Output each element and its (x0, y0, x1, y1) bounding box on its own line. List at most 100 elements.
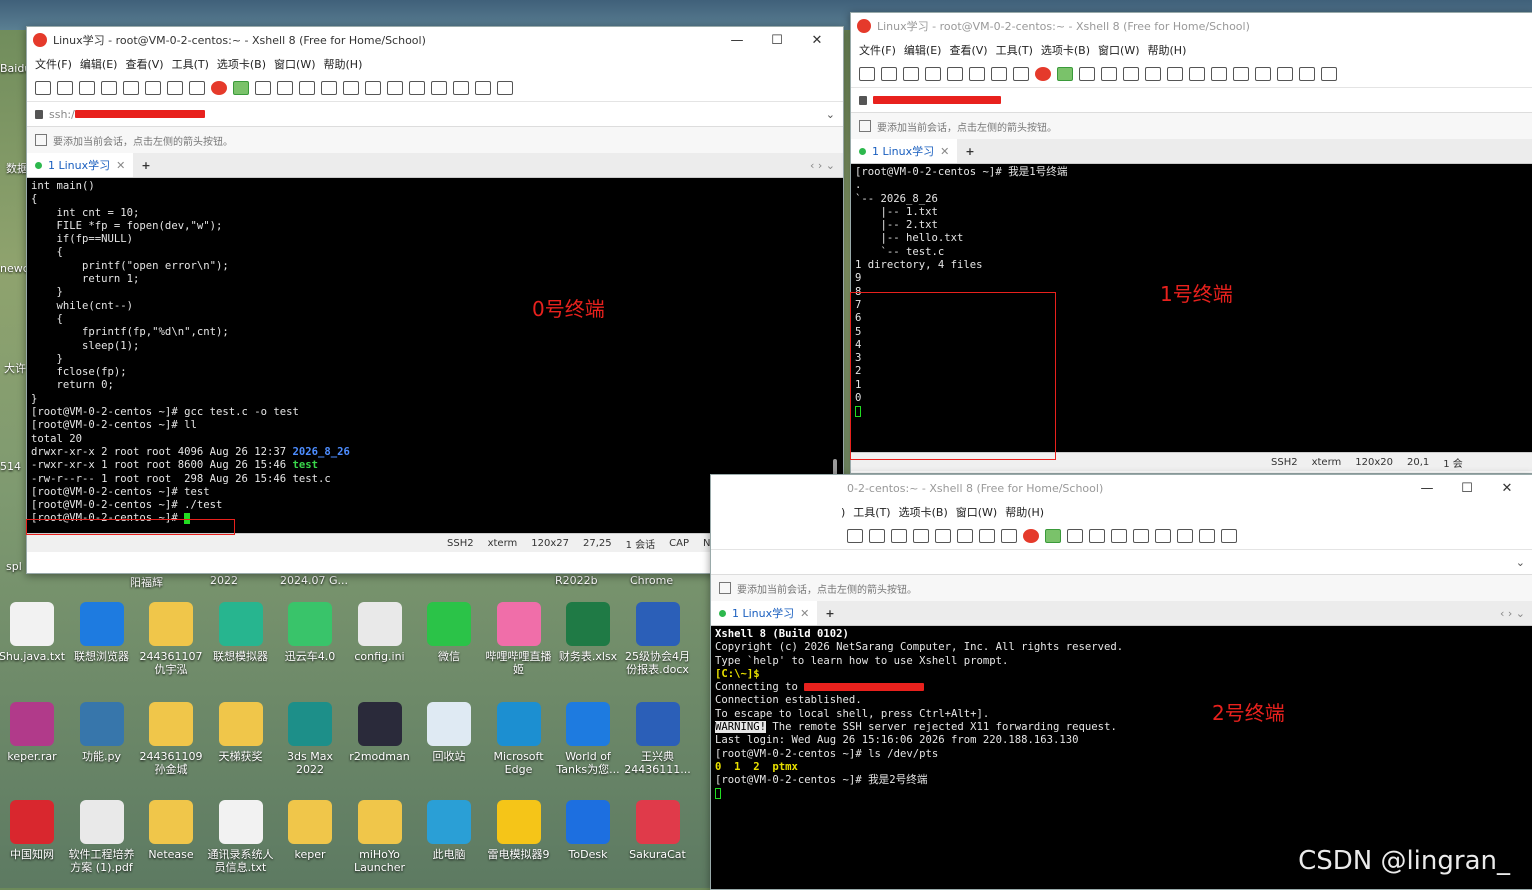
menu-item[interactable]: 窗口(W) (274, 56, 315, 72)
toolbar-button-icon[interactable] (1145, 67, 1161, 81)
close-tab-icon[interactable]: ✕ (800, 607, 809, 620)
menu-item[interactable]: 编辑(E) (80, 56, 118, 72)
toolbar-button-icon[interactable] (1299, 67, 1315, 81)
toolbar-button-icon[interactable] (277, 81, 293, 95)
toolbar-button-icon[interactable] (321, 81, 337, 95)
toolbar-button-icon[interactable] (167, 81, 183, 95)
toolbar-button-icon[interactable] (935, 529, 951, 543)
desktop-icon[interactable]: 哔哩哔哩直播姬 (484, 602, 554, 676)
desktop-icon[interactable]: 微信 (414, 602, 484, 663)
desktop-icon[interactable]: 回收站 (414, 702, 484, 763)
desktop-icon[interactable]: r2modman (345, 702, 415, 763)
toolbar-button-icon[interactable] (211, 81, 227, 95)
toolbar-button-icon[interactable] (431, 81, 447, 95)
menu-item[interactable]: 帮助(H) (324, 56, 363, 72)
toolbar-button-icon[interactable] (891, 529, 907, 543)
desktop-icon[interactable]: Microsoft Edge (484, 702, 554, 776)
toolbar-button-icon[interactable] (409, 81, 425, 95)
toolbar-button-icon[interactable] (913, 529, 929, 543)
title-bar[interactable]: 0-2-centos:~ - Xshell 8 (Free for Home/S… (711, 475, 1532, 501)
toolbar-button-icon[interactable] (1111, 529, 1127, 543)
desktop-icon[interactable]: miHoYo Launcher (345, 800, 415, 874)
toolbar-button-icon[interactable] (255, 81, 271, 95)
toolbar-button-icon[interactable] (1211, 67, 1227, 81)
toolbar-button-icon[interactable] (869, 529, 885, 543)
menu-item[interactable]: 工具(T) (996, 42, 1033, 58)
close-tab-icon[interactable]: ✕ (940, 145, 949, 158)
menu-item[interactable]: 工具(T) (172, 56, 209, 72)
menu-item[interactable]: 编辑(E) (904, 42, 942, 58)
toolbar-button-icon[interactable] (1089, 529, 1105, 543)
desktop-icon[interactable]: 244361107 仇宇泓 (136, 602, 206, 676)
desktop-icon[interactable]: 此电脑 (414, 800, 484, 861)
toolbar-button-icon[interactable] (123, 81, 139, 95)
toolbar-button-icon[interactable] (1133, 529, 1149, 543)
menu-item[interactable]: 选项卡(B) (899, 504, 948, 520)
desktop-icon[interactable]: 3ds Max 2022 (275, 702, 345, 776)
desktop-icon[interactable]: 功能.py (67, 702, 137, 763)
desktop-icon[interactable]: 244361109 孙金城 (136, 702, 206, 776)
maximize-button[interactable]: ☐ (757, 33, 797, 48)
menu-item[interactable]: 查看(V) (949, 42, 987, 58)
tab-linux[interactable]: 1 Linux学习 ✕ (711, 601, 818, 625)
toolbar-button-icon[interactable] (79, 81, 95, 95)
add-tab-button[interactable]: + (817, 607, 842, 620)
desktop-icon[interactable]: 25级协会4月份报表.docx (623, 602, 693, 676)
toolbar-button-icon[interactable] (957, 529, 973, 543)
toolbar-button-icon[interactable] (497, 81, 513, 95)
toolbar-button-icon[interactable] (1221, 529, 1237, 543)
desktop-icon[interactable]: 中国知网 (0, 800, 67, 861)
chevron-down-icon[interactable]: ⌄ (826, 108, 843, 121)
maximize-button[interactable]: ☐ (1447, 481, 1487, 496)
toolbar-button-icon[interactable] (925, 67, 941, 81)
toolbar-button-icon[interactable] (1035, 67, 1051, 81)
desktop-icon[interactable]: keper.rar (0, 702, 67, 763)
desktop-icon[interactable]: 迅云车4.0 (275, 602, 345, 663)
toolbar-button-icon[interactable] (1189, 67, 1205, 81)
address-bar[interactable] (851, 88, 1532, 113)
toolbar-button-icon[interactable] (969, 67, 985, 81)
menu-item[interactable]: 窗口(W) (956, 504, 997, 520)
menu-item[interactable]: 帮助(H) (1148, 42, 1187, 58)
menu-item[interactable]: 帮助(H) (1005, 504, 1044, 520)
tab-linux[interactable]: 1 Linux学习 ✕ (27, 153, 134, 177)
desktop-icon[interactable]: 联想模拟器 (206, 602, 276, 663)
title-bar[interactable]: Linux学习 - root@VM-0-2-centos:~ - Xshell … (851, 13, 1532, 39)
toolbar-button-icon[interactable] (475, 81, 491, 95)
toolbar-button-icon[interactable] (1321, 67, 1337, 81)
toolbar-button-icon[interactable] (1277, 67, 1293, 81)
toolbar-button-icon[interactable] (387, 81, 403, 95)
desktop-icon[interactable]: keper (275, 800, 345, 861)
toolbar-button-icon[interactable] (847, 529, 863, 543)
menu-item[interactable]: ) (841, 506, 845, 519)
toolbar-button-icon[interactable] (1167, 67, 1183, 81)
toolbar-button-icon[interactable] (145, 81, 161, 95)
toolbar-button-icon[interactable] (343, 81, 359, 95)
menu-item[interactable]: 查看(V) (125, 56, 163, 72)
toolbar-button-icon[interactable] (1023, 529, 1039, 543)
toolbar-button-icon[interactable] (299, 81, 315, 95)
toolbar-button-icon[interactable] (881, 67, 897, 81)
toolbar-button-icon[interactable] (1067, 529, 1083, 543)
toolbar-button-icon[interactable] (1255, 67, 1271, 81)
menu-item[interactable]: 窗口(W) (1098, 42, 1139, 58)
desktop-icon[interactable]: 财务表.xlsx (553, 602, 623, 663)
toolbar-button-icon[interactable] (1101, 67, 1117, 81)
desktop-icon[interactable]: 雷电模拟器9 (484, 800, 554, 861)
tab-nav-icon[interactable]: ‹ › ⌄ (810, 159, 843, 172)
desktop-icon[interactable]: 联想浏览器 (67, 602, 137, 663)
address-bar[interactable]: ⌄ (711, 550, 1532, 575)
desktop-icon[interactable]: Shu.java.txt (0, 602, 67, 663)
xshell-window-2[interactable]: 0-2-centos:~ - Xshell 8 (Free for Home/S… (710, 474, 1532, 890)
toolbar-button-icon[interactable] (1013, 67, 1029, 81)
toolbar-button-icon[interactable] (979, 529, 995, 543)
tab-nav-icon[interactable]: ‹ › ⌄ (1500, 607, 1532, 620)
desktop-icon[interactable]: 天梯获奖 (206, 702, 276, 763)
toolbar-button-icon[interactable] (1123, 67, 1139, 81)
title-bar[interactable]: Linux学习 - root@VM-0-2-centos:~ - Xshell … (27, 27, 843, 53)
menu-item[interactable]: 文件(F) (859, 42, 896, 58)
minimize-button[interactable]: — (1407, 481, 1447, 496)
toolbar-button-icon[interactable] (1001, 529, 1017, 543)
desktop-icon[interactable]: Netease (136, 800, 206, 861)
toolbar-button-icon[interactable] (57, 81, 73, 95)
